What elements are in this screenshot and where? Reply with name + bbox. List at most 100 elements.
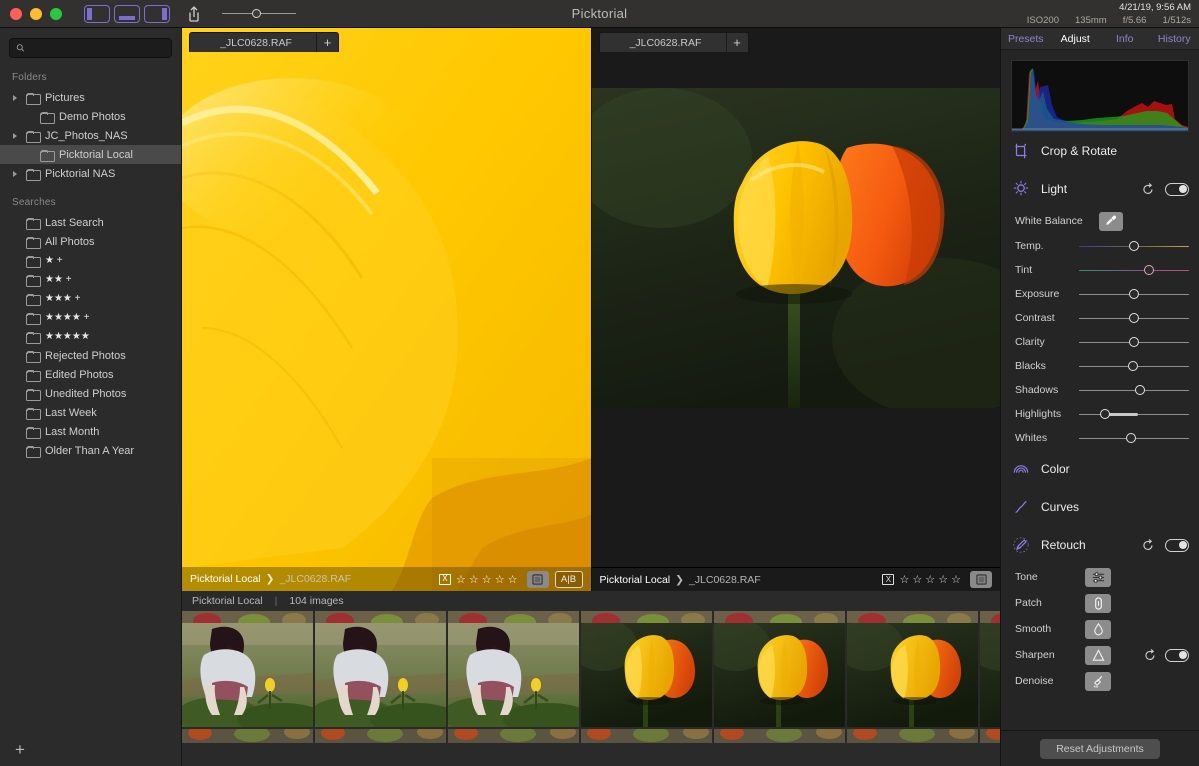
sidebar-item-picktorial-nas[interactable]: Picktorial NAS bbox=[0, 164, 181, 183]
sidebar-item-last-month[interactable]: Last Month bbox=[0, 422, 181, 441]
section-color[interactable]: Color bbox=[1001, 450, 1199, 488]
sidebar-item-[interactable]: ★★ + bbox=[0, 270, 181, 289]
sidebar-item-[interactable]: ★ + bbox=[0, 251, 181, 270]
breadcrumb-folder-right[interactable]: Picktorial Local bbox=[600, 574, 671, 586]
slider-temp[interactable]: Temp. bbox=[1001, 234, 1199, 258]
slider-highlights[interactable]: Highlights bbox=[1001, 402, 1199, 426]
sidebar-item-[interactable]: ★★★★★ bbox=[0, 327, 181, 346]
star-rating-right[interactable]: ☆ ☆ ☆ ☆ ☆ bbox=[899, 573, 961, 586]
slider-knob[interactable] bbox=[1127, 360, 1138, 371]
sidebar-item-rejected-photos[interactable]: Rejected Photos bbox=[0, 346, 181, 365]
denoise-broom-icon[interactable] bbox=[1085, 671, 1111, 691]
sidebar-item-older-than-a-year[interactable]: Older Than A Year bbox=[0, 441, 181, 460]
slider-knob[interactable] bbox=[1100, 408, 1111, 419]
section-crop-rotate[interactable]: Crop & Rotate bbox=[1001, 132, 1199, 170]
sidebar-item-pictures[interactable]: Pictures bbox=[0, 88, 181, 107]
filmstrip-thumbnail-partial[interactable] bbox=[980, 611, 1000, 623]
slider-track-wrap[interactable] bbox=[1079, 428, 1189, 448]
filmstrip-thumbnail-partial[interactable] bbox=[980, 729, 1000, 743]
sidebar-item-picktorial-local[interactable]: Picktorial Local bbox=[0, 145, 181, 164]
view-mode-right-icon[interactable] bbox=[144, 4, 170, 23]
eyedropper-icon[interactable] bbox=[1099, 211, 1123, 231]
slider-shadows[interactable]: Shadows bbox=[1001, 378, 1199, 402]
slider-exposure[interactable]: Exposure bbox=[1001, 282, 1199, 306]
reset-sharpen-icon[interactable] bbox=[1143, 648, 1157, 662]
tab-presets[interactable]: Presets bbox=[1001, 28, 1051, 50]
maximize-window-button[interactable] bbox=[50, 7, 62, 20]
filmstrip-thumbnail-partial[interactable] bbox=[581, 611, 712, 623]
sidebar-item-demo-photos[interactable]: Demo Photos bbox=[0, 107, 181, 126]
disclosure-triangle-icon[interactable] bbox=[12, 93, 20, 103]
reject-flag-icon-left[interactable]: X bbox=[438, 573, 451, 585]
compare-single-button-left[interactable] bbox=[526, 570, 549, 588]
retouch-tool-sharpen[interactable]: Sharpen bbox=[1001, 642, 1199, 668]
filmstrip-thumbnail-partial[interactable] bbox=[182, 729, 313, 743]
slider-contrast[interactable]: Contrast bbox=[1001, 306, 1199, 330]
file-tab-right[interactable]: _JLC0628.RAF + bbox=[598, 32, 749, 52]
retouch-enable-toggle[interactable] bbox=[1165, 538, 1189, 552]
slider-track-wrap[interactable] bbox=[1079, 356, 1189, 376]
tab-info[interactable]: Info bbox=[1100, 28, 1150, 50]
slider-blacks[interactable]: Blacks bbox=[1001, 354, 1199, 378]
sidebar-item-unedited-photos[interactable]: Unedited Photos bbox=[0, 384, 181, 403]
view-mode-center-icon[interactable] bbox=[114, 4, 140, 23]
filmstrip-thumbnail[interactable] bbox=[847, 623, 978, 727]
slider-knob[interactable] bbox=[1129, 336, 1139, 347]
add-folder-button[interactable]: + bbox=[12, 741, 28, 758]
filmstrip-thumbnail[interactable] bbox=[581, 623, 712, 727]
sidebar-item-last-search[interactable]: Last Search bbox=[0, 213, 181, 232]
sidebar-item-jc-photos-nas[interactable]: JC_Photos_NAS bbox=[0, 126, 181, 145]
tab-adjust[interactable]: Adjust bbox=[1051, 28, 1101, 50]
compare-single-button-right[interactable] bbox=[970, 571, 992, 588]
breadcrumb-folder-left[interactable]: Picktorial Local bbox=[190, 573, 261, 585]
filmstrip-thumbnail[interactable] bbox=[182, 623, 313, 727]
retouch-tool-smooth[interactable]: Smooth bbox=[1001, 616, 1199, 642]
disclosure-triangle-icon[interactable] bbox=[12, 169, 20, 179]
disclosure-triangle-icon[interactable] bbox=[12, 131, 20, 141]
share-icon[interactable] bbox=[184, 4, 204, 24]
filmstrip-thumbnail-partial[interactable] bbox=[448, 611, 579, 623]
slider-track-wrap[interactable] bbox=[1079, 380, 1189, 400]
filmstrip-thumbnail-partial[interactable] bbox=[847, 611, 978, 623]
filmstrip-thumbnail[interactable] bbox=[315, 623, 446, 727]
slider-knob[interactable] bbox=[1129, 288, 1139, 299]
sidebar-item-[interactable]: ★★★★ + bbox=[0, 308, 181, 327]
filmstrip-thumbnail[interactable] bbox=[448, 623, 579, 727]
star-rating-left[interactable]: ☆ ☆ ☆ ☆ ☆ bbox=[456, 573, 518, 586]
tone-sliders-icon[interactable] bbox=[1085, 567, 1111, 587]
slider-track-wrap[interactable] bbox=[1079, 308, 1189, 328]
filmstrip-thumbnail[interactable] bbox=[714, 623, 845, 727]
sidebar-item-[interactable]: ★★★ + bbox=[0, 289, 181, 308]
retouch-tool-patch[interactable]: Patch bbox=[1001, 590, 1199, 616]
filmstrip-thumbnail-partial[interactable] bbox=[847, 729, 978, 743]
smooth-drop-icon[interactable] bbox=[1085, 619, 1111, 639]
slider-clarity[interactable]: Clarity bbox=[1001, 330, 1199, 354]
filmstrip-thumbnail[interactable] bbox=[980, 623, 1000, 727]
tab-history[interactable]: History bbox=[1150, 28, 1199, 50]
reset-light-icon[interactable] bbox=[1141, 182, 1155, 196]
reset-retouch-icon[interactable] bbox=[1141, 538, 1155, 552]
filmstrip-thumbnail-partial[interactable] bbox=[315, 729, 446, 743]
minimize-window-button[interactable] bbox=[30, 7, 42, 20]
section-retouch[interactable]: Retouch bbox=[1001, 526, 1199, 564]
zoom-slider-knob[interactable] bbox=[252, 8, 261, 18]
slider-knob[interactable] bbox=[1129, 312, 1139, 323]
filmstrip-thumbnail-partial[interactable] bbox=[714, 729, 845, 743]
search-box[interactable] bbox=[9, 38, 172, 58]
close-window-button[interactable] bbox=[10, 7, 22, 20]
image-pane-left[interactable]: _JLC0628.RAF + Picktorial Local ❯ _JLC06… bbox=[182, 28, 591, 591]
view-mode-left-icon[interactable] bbox=[84, 4, 110, 23]
filmstrip-thumbnail-partial[interactable] bbox=[448, 729, 579, 743]
sidebar-item-all-photos[interactable]: All Photos bbox=[0, 232, 181, 251]
reset-adjustments-button[interactable]: Reset Adjustments bbox=[1040, 738, 1160, 759]
filmstrip-thumbnail-partial[interactable] bbox=[182, 611, 313, 623]
section-curves[interactable]: Curves bbox=[1001, 488, 1199, 526]
sharpen-enable-toggle[interactable] bbox=[1165, 648, 1189, 662]
image-pane-right[interactable]: _JLC0628.RAF + Picktorial Local ❯ _JLC06… bbox=[590, 28, 1000, 591]
slider-knob[interactable] bbox=[1129, 240, 1139, 251]
patch-link-icon[interactable] bbox=[1085, 593, 1111, 613]
search-input[interactable] bbox=[30, 42, 165, 54]
slider-track-wrap[interactable] bbox=[1079, 284, 1189, 304]
light-enable-toggle[interactable] bbox=[1165, 182, 1189, 196]
slider-knob[interactable] bbox=[1125, 432, 1136, 443]
